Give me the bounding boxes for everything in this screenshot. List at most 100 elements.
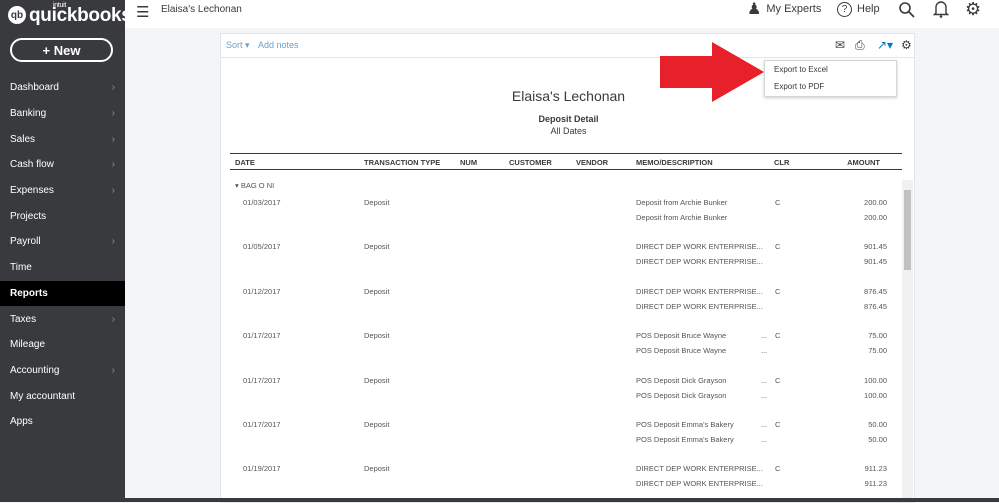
sidebar-item-time[interactable]: Time [0,255,125,281]
truncation-dots: ... [761,375,768,385]
bell-icon[interactable] [933,0,949,18]
sidebar-item-taxes[interactable]: Taxes › [0,306,125,332]
sidebar-item-mileage[interactable]: Mileage [0,332,125,358]
sidebar-item-label: Dashboard [10,82,59,94]
memo-cell: DIRECT DEP WORK ENTERPRISE... [636,257,763,267]
column-header[interactable]: NUM [460,158,477,167]
my-experts-button[interactable]: ♟ My Experts [747,0,821,18]
sidebar-item-payroll[interactable]: Payroll › [0,229,125,255]
transaction-type-cell: Deposit [364,242,390,252]
chevron-right-icon: › [111,159,115,171]
amount-cell: 911.23 [864,464,887,474]
export-to-excel-item[interactable]: Export to Excel [765,62,896,78]
sidebar-item-banking[interactable]: Banking › [0,101,125,127]
clr-cell: C [775,286,781,296]
clr-cell: C [775,198,781,207]
sidebar-item-accounting[interactable]: Accounting › [0,358,125,384]
sidebar-item-projects[interactable]: Projects [0,203,125,229]
memo-cell: DIRECT DEP WORK ENTERPRISE... [636,464,763,474]
sidebar-item-label: Mileage [10,339,46,351]
report-settings-gear-icon[interactable]: ⚙ [901,38,912,52]
column-header[interactable]: AMOUNT [847,158,880,167]
transaction-type-cell: Deposit [364,464,390,474]
scrollbar-thumb[interactable] [904,190,911,270]
sidebar: qb intuit quickbooks + New Dashboard › Bank… [0,0,132,502]
transaction-type-cell: Deposit [364,286,390,296]
amount-cell: 50.00 [868,435,887,444]
sidebar-item-label: Projects [10,210,47,222]
sidebar-item-label: Time [10,262,32,274]
sidebar-item-sales[interactable]: Sales › [0,126,125,152]
truncation-dots: ... [761,331,768,341]
amount-cell: 200.00 [864,198,887,207]
memo-cell: Deposit from Archie Bunker [636,198,728,207]
date-cell: 01/17/2017 [243,331,281,341]
sidebar-item-label: Reports [10,287,48,299]
export-to-pdf-item[interactable]: Export to PDF [765,79,896,95]
help-button[interactable]: ? Help [837,0,880,18]
column-header[interactable]: CLR [774,158,789,167]
column-header[interactable]: VENDOR [576,158,608,167]
date-cell: 01/17/2017 [243,420,281,429]
settings-gear-icon[interactable]: ⚙ [965,0,981,19]
chevron-right-icon: › [111,82,115,94]
scrollbar[interactable] [902,180,913,500]
transaction-type-cell: Deposit [364,375,390,385]
amount-cell: 200.00 [864,213,887,222]
amount-cell: 901.45 [864,257,887,267]
export-menu: Export to Excel Export to PDF [764,60,897,97]
sidebar-item-label: Expenses [10,185,54,197]
export-icon[interactable]: ↗▾ [877,38,893,52]
chevron-right-icon: › [111,236,115,248]
help-icon: ? [837,1,852,17]
sidebar-item-reports[interactable]: Reports [0,280,125,307]
memo-cell: POS Deposit Emma's Bakery [636,435,734,444]
sidebar-item-label: My accountant [10,390,76,402]
new-button[interactable]: + New [10,38,113,62]
quickbooks-logo[interactable]: qb intuit quickbooks [8,2,132,26]
column-header[interactable]: MEMO/DESCRIPTION [636,158,713,167]
sidebar-item-label: Cash flow [10,159,54,171]
qb-logo-icon: qb [8,6,26,24]
column-header[interactable]: DATE [235,158,255,167]
report-toolbar: Sort ▾ Add notes ✉ ⎙ ↗▾ ⚙ [221,34,914,58]
group-toggle[interactable]: ▾ BAG O NI [235,181,274,190]
clr-cell: C [775,242,781,252]
print-icon[interactable]: ⎙ [855,38,865,53]
column-header[interactable]: TRANSACTION TYPE [364,158,440,167]
memo-cell: POS Deposit Emma's Bakery [636,420,734,429]
date-cell: 01/05/2017 [243,242,281,252]
truncation-dots: ... [761,435,768,444]
sidebar-item-cash-flow[interactable]: Cash flow › [0,152,125,178]
sidebar-item-dashboard[interactable]: Dashboard › [0,75,125,101]
sort-dropdown[interactable]: Sort ▾ [226,40,250,51]
transaction-type-cell: Deposit [364,331,390,341]
add-notes-link[interactable]: Add notes [258,40,299,50]
amount-cell: 876.45 [864,286,887,296]
sidebar-item-label: Banking [10,108,47,120]
amount-cell: 911.23 [864,479,887,489]
hamburger-menu-icon[interactable]: ☰ [136,3,149,21]
sidebar-item-apps[interactable]: Apps [0,409,125,435]
clr-cell: C [775,375,781,385]
my-experts-label: My Experts [766,3,822,15]
memo-cell: POS Deposit Dick Grayson [636,375,727,385]
help-label: Help [857,3,880,15]
sidebar-item-label: Accounting [10,364,60,376]
sidebar-item-label: Apps [10,416,33,428]
truncation-dots: ... [761,346,768,356]
amount-cell: 75.00 [868,346,887,356]
search-icon[interactable] [898,0,915,18]
sidebar-item-expenses[interactable]: Expenses › [0,178,125,204]
top-bar: ☰ Elaisa's Lechonan ♟ My Experts ? Help ⚙ [125,0,999,28]
clr-cell: C [775,331,781,341]
sidebar-item-my-accountant[interactable]: My accountant [0,383,125,409]
memo-cell: DIRECT DEP WORK ENTERPRISE... [636,479,763,489]
date-cell: 01/12/2017 [243,286,281,296]
person-icon: ♟ [747,1,762,18]
chevron-right-icon: › [111,313,115,325]
column-header[interactable]: CUSTOMER [509,158,552,167]
email-icon[interactable]: ✉ [835,38,845,52]
chevron-right-icon: › [111,133,115,145]
amount-cell: 100.00 [864,375,887,385]
